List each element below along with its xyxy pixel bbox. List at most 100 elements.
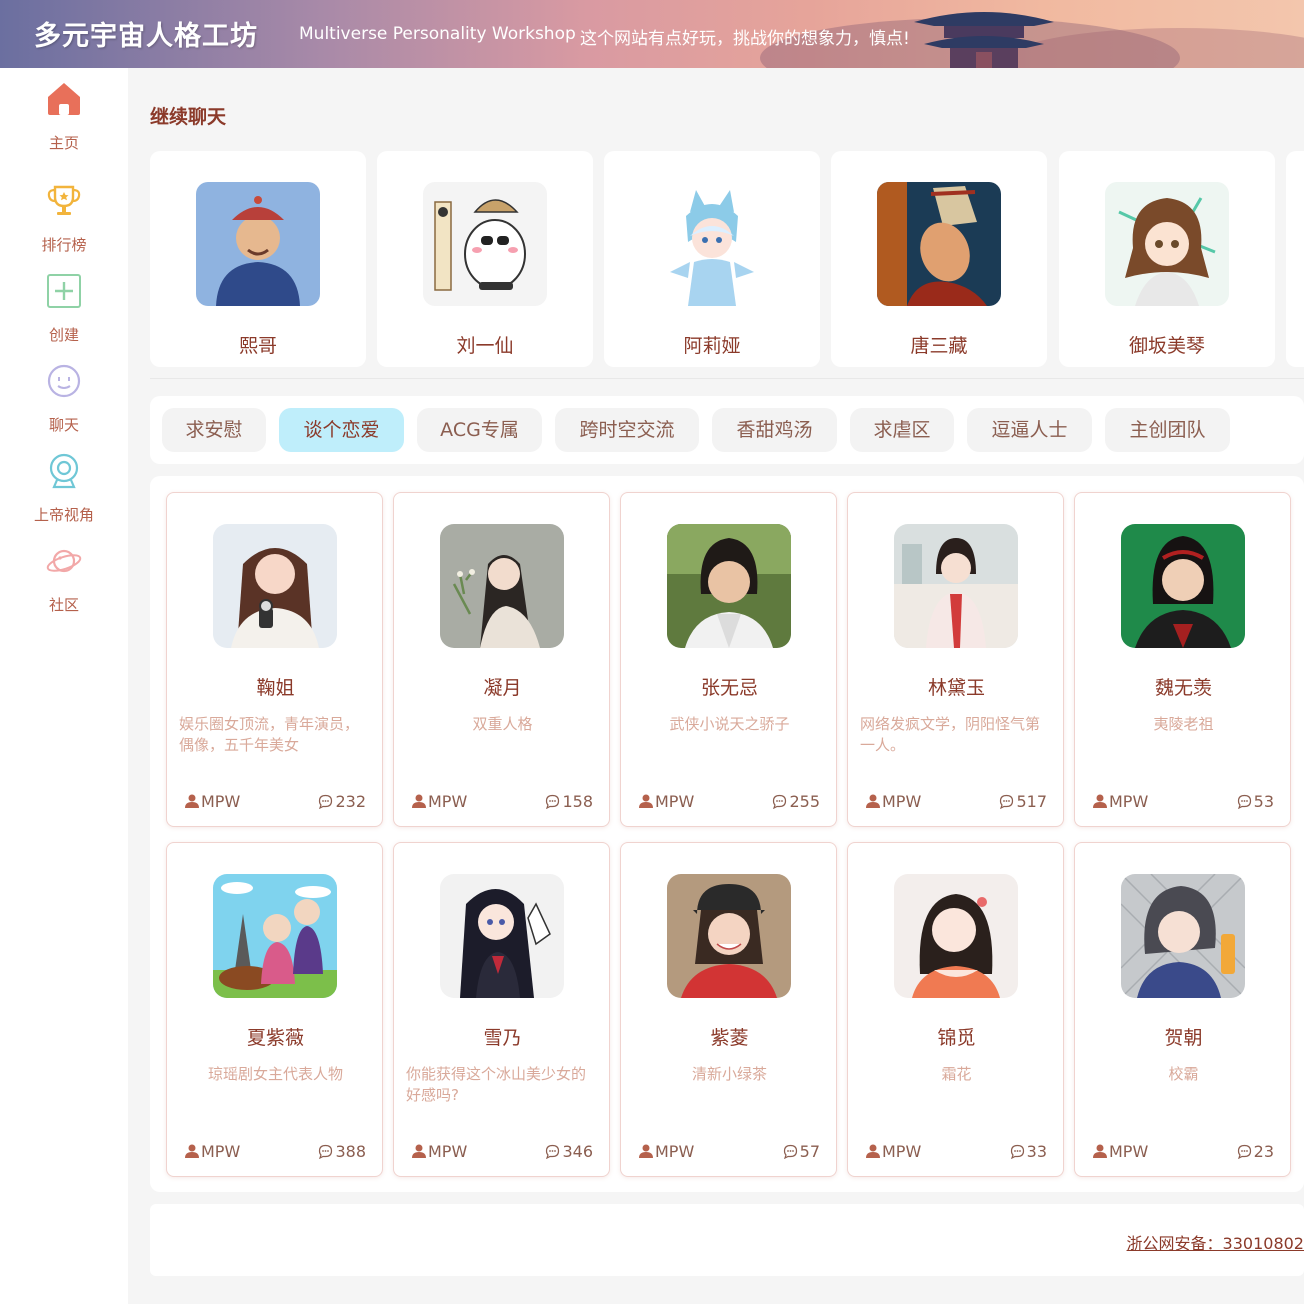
character-card[interactable]: 贺朝 校霸 MPW 23 [1074, 842, 1291, 1177]
user-icon [412, 1144, 426, 1158]
user-icon [639, 794, 653, 808]
author-label: MPW [639, 1142, 694, 1161]
character-name: 刘一仙 [456, 335, 514, 357]
chat-bubble-icon [319, 794, 333, 809]
character-name: 雪乃 [483, 1027, 522, 1049]
chat-count-value: 53 [1253, 792, 1274, 811]
character-description: 你能获得这个冰山美少女的好感吗? [406, 1065, 587, 1104]
footer: 浙公网安备：33010802 [150, 1204, 1304, 1276]
sidebar-item-label: 聊天 [48, 416, 79, 434]
avatar [423, 182, 547, 306]
sidebar-item-label: 上帝视角 [33, 506, 94, 524]
character-card[interactable]: 雪乃 你能获得这个冰山美少女的好感吗? MPW 346 [393, 842, 610, 1177]
character-card[interactable]: 魏无羡 夷陵老祖 MPW 53 [1074, 492, 1291, 827]
sidebar-item-create[interactable]: 创建 [0, 272, 128, 345]
avatar [213, 874, 337, 998]
author-name: MPW [428, 792, 468, 811]
tab-chicken-soup[interactable]: 香甜鸡汤 [712, 408, 837, 452]
character-description: 网络发疯文学，阴阳怪气第一人。 [860, 715, 1041, 754]
character-description: 武侠小说天之骄子 [669, 715, 790, 733]
character-card[interactable]: 凝月 双重人格 MPW 158 [393, 492, 610, 827]
character-card[interactable]: 紫菱 清新小绿茶 MPW 57 [620, 842, 837, 1177]
chat-count: 23 [1237, 1142, 1274, 1161]
character-description: 娱乐圈女顶流，青年演员，偶像，五千年美女 [179, 715, 360, 754]
tab-romance[interactable]: 谈个恋爱 [279, 408, 404, 452]
user-icon [866, 1144, 880, 1158]
character-description: 夷陵老祖 [1153, 715, 1214, 733]
author-name: MPW [1109, 1142, 1149, 1161]
character-name: 阿莉娅 [683, 335, 741, 357]
author-label: MPW [1093, 1142, 1148, 1161]
avatar [877, 182, 1001, 306]
chat-bubble-icon [1000, 794, 1014, 809]
sidebar: 主页 排行榜 创建 聊天 上帝视角 社区 [0, 68, 128, 1304]
author-label: MPW [866, 1142, 921, 1161]
user-icon [866, 794, 880, 808]
character-card[interactable]: 林黛玉 网络发疯文学，阴阳怪气第一人。 MPW 517 [847, 492, 1064, 827]
character-card[interactable]: 张无忌 武侠小说天之骄子 MPW 255 [620, 492, 837, 827]
character-card[interactable]: 夏紫薇 琼瑶剧女主代表人物 MPW 388 [166, 842, 383, 1177]
author-label: MPW [866, 792, 921, 811]
tab-time-travel[interactable]: 跨时空交流 [555, 408, 699, 452]
sidebar-item-home[interactable]: 主页 [0, 80, 128, 153]
author-label: MPW [185, 792, 240, 811]
sidebar-item-community[interactable]: 社区 [0, 542, 128, 615]
chat-count: 388 [318, 1142, 366, 1161]
trophy-icon [47, 185, 81, 215]
beian-link[interactable]: 浙公网安备：33010802 [1127, 1230, 1304, 1254]
author-label: MPW [1093, 792, 1148, 811]
character-grid: 鞠姐 娱乐圈女顶流，青年演员，偶像，五千年美女 MPW 232 凝月 双重人格 … [150, 476, 1304, 1192]
sidebar-item-label: 排行榜 [41, 236, 87, 254]
sidebar-item-chat[interactable]: 聊天 [0, 362, 128, 435]
avatar [1121, 524, 1245, 648]
chat-count-value: 388 [335, 1142, 366, 1161]
sidebar-item-god-view[interactable]: 上帝视角 [0, 452, 128, 525]
recent-chats-row[interactable]: 熙哥 刘一仙 阿莉娅 唐三藏 御坂美琴 [150, 151, 1304, 369]
user-icon [185, 794, 199, 808]
user-icon [639, 1144, 653, 1158]
tab-acg[interactable]: ACG专属 [417, 408, 542, 452]
tab-abuse-zone[interactable]: 求虐区 [850, 408, 954, 452]
chat-count-value: 346 [562, 1142, 593, 1161]
section-title-continue-chat: 继续聊天 [150, 106, 227, 128]
character-description: 双重人格 [472, 715, 533, 733]
recent-chat-card[interactable] [1286, 151, 1304, 367]
character-name: 张无忌 [700, 677, 758, 699]
site-title[interactable]: 多元宇宙人格工坊 [34, 14, 258, 53]
chat-count: 57 [783, 1142, 820, 1161]
character-name: 凝月 [483, 677, 522, 699]
tab-team[interactable]: 主创团队 [1105, 408, 1230, 452]
chat-count-value: 33 [1026, 1142, 1047, 1161]
chat-bubble-icon [1237, 1144, 1251, 1159]
character-name: 熙哥 [238, 335, 277, 357]
recent-chat-card[interactable]: 唐三藏 [831, 151, 1047, 367]
tab-comfort[interactable]: 求安慰 [162, 408, 266, 452]
character-card[interactable]: 锦觅 霜花 MPW 33 [847, 842, 1064, 1177]
recent-chat-card[interactable]: 阿莉娅 [604, 151, 820, 367]
sidebar-item-leaderboard[interactable]: 排行榜 [0, 182, 128, 255]
character-name: 御坂美琴 [1128, 335, 1205, 357]
author-label: MPW [185, 1142, 240, 1161]
character-name: 魏无羡 [1154, 677, 1212, 699]
avatar [440, 874, 564, 998]
recent-chat-card[interactable]: 刘一仙 [377, 151, 593, 367]
author-name: MPW [428, 1142, 468, 1161]
sidebar-item-label: 社区 [48, 596, 79, 614]
avatar [1121, 874, 1245, 998]
site-slogan: 这个网站有点好玩，挑战你的想象力，慎点! [580, 29, 910, 49]
character-name: 鞠姐 [256, 677, 295, 699]
avatar [667, 524, 791, 648]
character-name: 贺朝 [1164, 1027, 1203, 1049]
character-card[interactable]: 鞠姐 娱乐圈女顶流，青年演员，偶像，五千年美女 MPW 232 [166, 492, 383, 827]
tab-funny-people[interactable]: 逗逼人士 [967, 408, 1092, 452]
main-content: 继续聊天 熙哥 刘一仙 阿莉娅 唐三藏 御坂美琴 求安慰 谈个恋爱 ACG专属 … [128, 68, 1304, 1304]
recent-chat-card[interactable]: 熙哥 [150, 151, 366, 367]
character-name: 唐三藏 [910, 335, 968, 357]
character-name: 紫菱 [710, 1027, 749, 1049]
recent-chat-card[interactable]: 御坂美琴 [1059, 151, 1275, 367]
chat-count: 158 [545, 792, 593, 811]
chat-count-value: 158 [562, 792, 593, 811]
avatar [196, 182, 320, 306]
character-name: 锦觅 [937, 1027, 976, 1049]
author-name: MPW [882, 1142, 922, 1161]
